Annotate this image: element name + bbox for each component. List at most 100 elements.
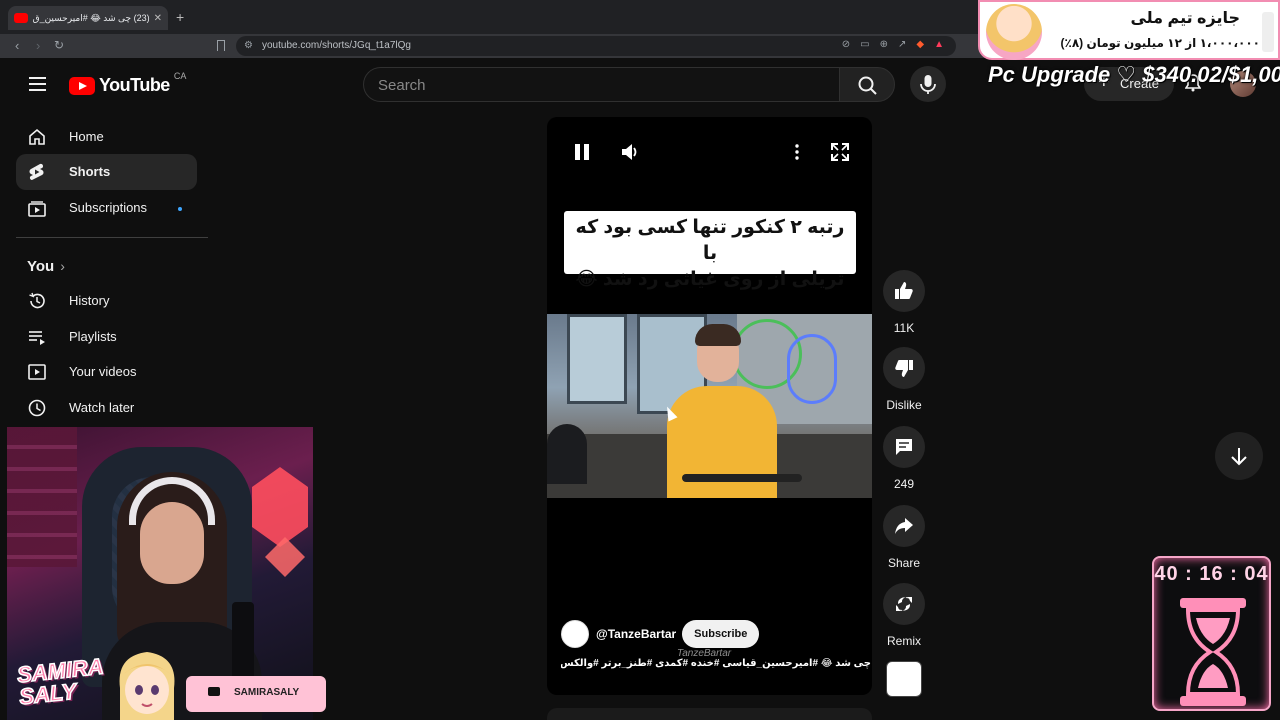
next-short-button[interactable] (1215, 432, 1263, 480)
bookmark-icon[interactable] (217, 40, 225, 51)
share-label: Share (887, 556, 921, 570)
tab-title: (23) چی شد 😂 #امیرحسین_ق... (32, 12, 150, 23)
overlay-line-2: تریلی از روی غیاثی رد شد 😂 (575, 269, 845, 290)
video-text-overlay: رتبه ۲ کنکور تنها کسی بود که با تریلی از… (564, 211, 856, 290)
remix-action[interactable]: Remix (882, 583, 926, 648)
sidebar-item-label: Watch later (69, 400, 135, 415)
volume-icon[interactable] (619, 141, 641, 163)
scene-chair (547, 424, 587, 484)
dislike-action[interactable]: Dislike (882, 347, 926, 412)
subscriptions-icon (28, 201, 46, 217)
chibi-donation-icon (986, 4, 1042, 60)
streamer-social-handle: SAMIRASALY (186, 676, 326, 712)
stream-timer-widget: 40 : 16 : 04 (1152, 556, 1271, 711)
share-action[interactable]: Share (882, 505, 926, 570)
dislike-label: Dislike (886, 398, 922, 412)
webcam-shelf (7, 427, 77, 567)
scene-person-hair (695, 324, 741, 346)
comment-count: 249 (893, 477, 915, 491)
playlists-icon (29, 331, 45, 345)
sidebar-item-history[interactable]: History (16, 283, 197, 319)
sidebar-divider (16, 237, 208, 238)
url-text: youtube.com/shorts/JGq_t1a7lQg (262, 40, 411, 51)
microphone-icon (920, 75, 936, 94)
site-info-icon[interactable]: ⚙ (244, 40, 253, 51)
shorts-player[interactable]: رتبه ۲ کنکور تنها کسی بود که با تریلی از… (547, 117, 872, 695)
country-code: CA (173, 71, 187, 81)
rewards-icon[interactable]: ▲ (934, 39, 944, 50)
like-button[interactable] (883, 270, 925, 312)
camera-off-icon[interactable]: ⊘ (842, 39, 850, 50)
pause-icon[interactable] (571, 141, 593, 163)
url-field[interactable]: ⚙ youtube.com/shorts/JGq_t1a7lQg ⊘ ▭ ⊕ ↗… (236, 36, 956, 56)
reload-icon[interactable]: ↻ (54, 38, 64, 52)
sidebar-item-home[interactable]: Home (16, 119, 197, 155)
youtube-play-icon (69, 76, 95, 95)
donation-title: جایزه تیم ملی (1130, 10, 1240, 27)
sidebar-item-watch-later[interactable]: Watch later (16, 390, 197, 426)
search-input[interactable]: Search (363, 67, 840, 102)
close-tab-icon[interactable]: ✕ (154, 13, 162, 24)
audio-source-thumbnail[interactable] (886, 661, 922, 697)
scene-desk (682, 474, 802, 482)
new-tab-icon[interactable]: + (176, 9, 184, 25)
sidebar-item-label: History (69, 293, 110, 308)
voice-search-button[interactable] (910, 66, 946, 102)
sidebar-item-label: Subscriptions (69, 200, 148, 215)
browser-tab[interactable]: (23) چی شد 😂 #امیرحسین_ق... ✕ (8, 6, 168, 30)
next-short-preview[interactable] (547, 708, 872, 720)
share-page-icon[interactable]: ↗ (898, 39, 906, 50)
zoom-icon[interactable]: ⊕ (880, 39, 888, 50)
logo-wordmark: YouTube (99, 75, 170, 95)
new-content-dot (178, 207, 182, 211)
brave-shield-icon[interactable]: ◆ (916, 39, 924, 50)
chibi-avatar-icon (119, 652, 175, 720)
youtube-logo[interactable]: YouTube CA (69, 71, 186, 96)
sidebar-item-subscriptions[interactable]: Subscriptions (16, 190, 197, 226)
picture-in-picture-icon[interactable]: ▭ (860, 39, 869, 50)
sidebar-item-label: Shorts (69, 164, 111, 179)
subscribe-button[interactable]: Subscribe (682, 620, 760, 648)
sidebar-you-heading[interactable]: You › (27, 258, 65, 275)
like-action[interactable]: 11K (882, 270, 926, 335)
channel-row: @TanzeBartar Subscribe (561, 619, 760, 649)
thumbs-up-icon (895, 282, 913, 299)
fullscreen-icon[interactable] (829, 141, 851, 163)
hourglass-icon (1180, 598, 1246, 706)
home-icon (29, 128, 45, 145)
sidebar-item-shorts[interactable]: Shorts (16, 154, 197, 190)
search-button[interactable] (839, 67, 895, 102)
sidebar-item-your-videos[interactable]: Your videos (16, 354, 197, 390)
channel-avatar[interactable] (561, 620, 589, 648)
video-frame (547, 314, 872, 498)
search-icon (858, 76, 877, 95)
history-icon (29, 292, 45, 309)
overlay-line-1: رتبه ۲ کنکور تنها کسی بود که با (575, 217, 845, 264)
comments-button[interactable] (883, 426, 925, 468)
sidebar-item-label: Playlists (69, 329, 117, 344)
like-count: 11K (893, 321, 915, 335)
scene-window (567, 314, 627, 404)
dislike-button[interactable] (883, 347, 925, 389)
short-description[interactable]: چی شد 😂 #امیرحسین_قیاسی #خنده #کمدی #طنز… (561, 658, 871, 669)
forward-icon[interactable]: › (36, 38, 40, 53)
webcam-microphone (232, 602, 254, 682)
more-options-icon[interactable] (786, 141, 808, 163)
shorts-icon (29, 163, 44, 180)
streamer-handle-text: SAMIRASALY (234, 687, 300, 698)
share-button[interactable] (883, 505, 925, 547)
share-arrow-icon (895, 518, 913, 534)
search-placeholder: Search (378, 77, 426, 94)
comment-icon (896, 439, 912, 455)
back-icon[interactable]: ‹ (15, 38, 19, 53)
remix-button[interactable] (883, 583, 925, 625)
channel-name[interactable]: @TanzeBartar (596, 627, 676, 641)
comments-action[interactable]: 249 (882, 426, 926, 491)
watch-later-icon (28, 399, 46, 417)
webcam-wall-light (252, 467, 308, 547)
remix-label: Remix (886, 634, 921, 648)
sidebar-item-playlists[interactable]: Playlists (16, 319, 197, 355)
menu-icon[interactable] (29, 77, 46, 95)
pc-upgrade-goal: Pc Upgrade ♡ $340.02/$1,000 (988, 62, 1280, 87)
remix-icon (896, 597, 912, 611)
